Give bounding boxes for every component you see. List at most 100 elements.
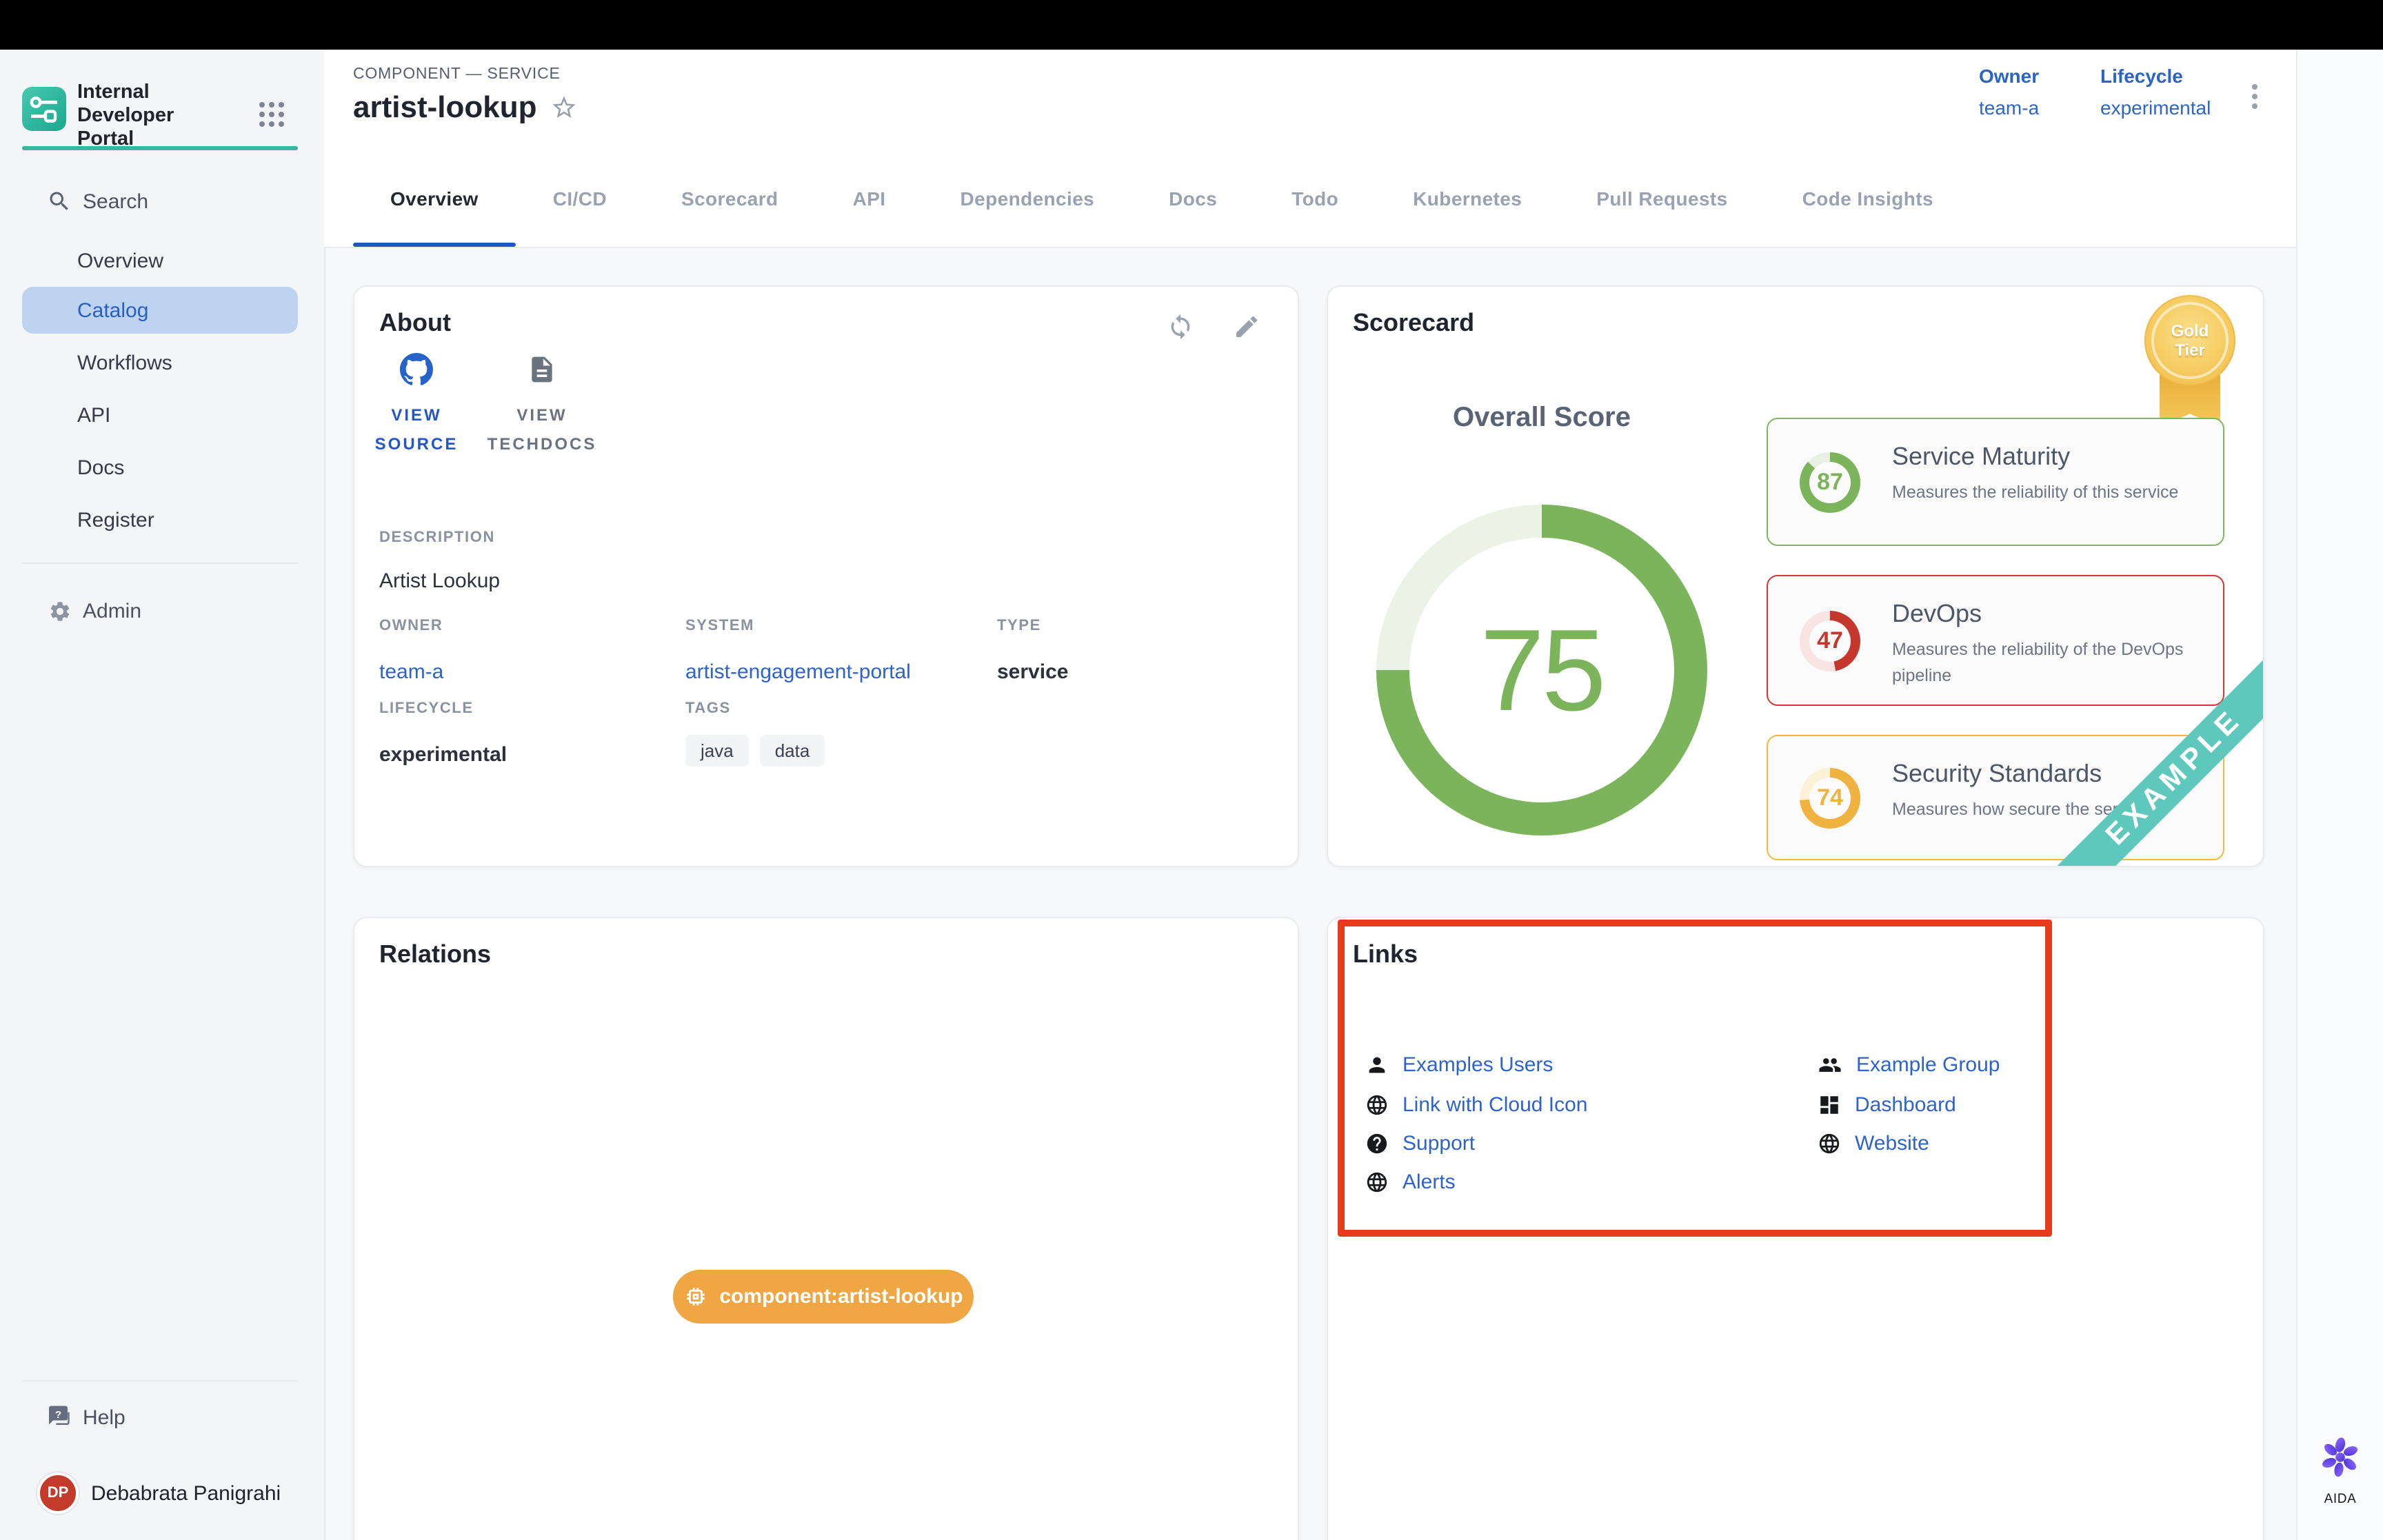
lifecycle-value: experimental (379, 743, 507, 767)
sidebar-divider (22, 563, 298, 564)
metric-description: Measures the reliability of this service (1892, 480, 2206, 506)
lifecycle-label: LIFECYCLE (379, 700, 474, 717)
type-value: service (997, 660, 1068, 684)
tab-pull-requests[interactable]: Pull Requests (1559, 150, 1764, 247)
about-card: About VIEWSOURCE VIEWTECHDOCS DESCRIPTIO… (353, 285, 1299, 867)
gear-icon (47, 598, 72, 623)
view-source-action[interactable]: VIEWSOURCE (354, 353, 479, 459)
user-name: Debabrata Panigrahi (91, 1481, 281, 1505)
about-title: About (379, 309, 451, 338)
tab-docs[interactable]: Docs (1132, 150, 1254, 247)
relations-node[interactable]: component:artist-lookup (673, 1270, 974, 1324)
tab-code-insights[interactable]: Code Insights (1765, 150, 1971, 247)
search-label: Search (83, 190, 148, 213)
tags-label: TAGS (685, 700, 731, 717)
more-menu-icon[interactable] (2252, 84, 2258, 90)
description-value: Artist Lookup (379, 569, 500, 593)
app-window: Internal Developer Portal Search Overvie… (0, 0, 2383, 1540)
link-alerts[interactable]: Alerts (1365, 1171, 1456, 1194)
sidebar-item-docs[interactable]: Docs (22, 444, 298, 491)
refresh-icon[interactable] (1167, 313, 1194, 341)
aida-label: AIDA (2297, 1492, 2383, 1507)
aida-launcher[interactable]: AIDA (2297, 1435, 2383, 1507)
links-title: Links (1353, 940, 1418, 969)
tags-list: java data (685, 735, 825, 767)
link-examples-users[interactable]: Examples Users (1365, 1053, 1553, 1077)
owner-field[interactable]: Owner team-a (1979, 65, 2039, 119)
tab-scorecard[interactable]: Scorecard (644, 150, 816, 247)
sidebar-item-workflows[interactable]: Workflows (22, 339, 298, 386)
tab-api[interactable]: API (816, 150, 923, 247)
metric-description: Measures the reliability of the DevOps p… (1892, 637, 2206, 689)
avatar: DP (37, 1472, 79, 1514)
app-title: Internal Developer Portal (77, 81, 243, 152)
assistant-rail: AIDA (2295, 50, 2383, 1540)
favorite-star-icon[interactable] (550, 94, 578, 121)
globe-icon (1365, 1093, 1389, 1117)
metric-service-maturity[interactable]: 87 Service Maturity Measures the reliabi… (1767, 418, 2224, 546)
github-icon (400, 353, 433, 386)
system-label: SYSTEM (685, 618, 754, 634)
metric-title: DevOps (1892, 600, 1982, 629)
overall-score-donut: 75 (1376, 505, 1707, 835)
type-label: TYPE (997, 618, 1041, 634)
tab-dependencies[interactable]: Dependencies (923, 150, 1132, 247)
help-circle-icon (1365, 1132, 1389, 1155)
help-chat-icon: ? (47, 1405, 72, 1430)
gold-tier-badge: Gold Tier (2144, 295, 2235, 427)
security-standards-donut: 74 (1800, 768, 1860, 829)
edit-pencil-icon[interactable] (1233, 313, 1260, 341)
sidebar-item-admin[interactable]: Admin (0, 587, 324, 634)
content: About VIEWSOURCE VIEWTECHDOCS DESCRIPTIO… (324, 248, 2295, 1540)
link-example-group[interactable]: Example Group (1818, 1053, 2000, 1077)
breadcrumb: COMPONENT — SERVICE (353, 66, 561, 83)
sidebar: Internal Developer Portal Search Overvie… (0, 50, 325, 1540)
tag-chip[interactable]: data (760, 735, 825, 767)
sidebar-search[interactable]: Search (0, 178, 324, 225)
system-link[interactable]: artist-engagement-portal (685, 660, 911, 684)
person-icon (1365, 1053, 1389, 1077)
sidebar-item-catalog[interactable]: Catalog (22, 287, 298, 334)
tag-chip[interactable]: java (685, 735, 749, 767)
metric-devops[interactable]: 47 DevOps Measures the reliability of th… (1767, 575, 2224, 706)
relations-node-label: component:artist-lookup (719, 1285, 963, 1308)
search-icon (47, 189, 72, 214)
entity-header: COMPONENT — SERVICE artist-lookup Owner … (324, 50, 2295, 151)
sidebar-item-register[interactable]: Register (22, 496, 298, 543)
group-icon (1818, 1053, 1842, 1077)
link-support[interactable]: Support (1365, 1132, 1475, 1155)
scorecard-card: Scorecard Gold Tier Overall Score 75 87 (1327, 285, 2264, 867)
owner-label: OWNER (379, 618, 443, 634)
svg-text:?: ? (55, 1409, 61, 1421)
lifecycle-field: Lifecycle experimental (2100, 65, 2211, 119)
main-area: COMPONENT — SERVICE artist-lookup Owner … (324, 50, 2295, 1540)
metric-title: Service Maturity (1892, 443, 2070, 472)
devops-donut: 47 (1800, 611, 1860, 671)
sidebar-item-overview[interactable]: Overview (22, 237, 298, 284)
relations-card: Relations component:artist-lookup (353, 917, 1299, 1540)
link-dashboard[interactable]: Dashboard (1818, 1093, 1956, 1117)
top-black-bar (0, 0, 2383, 50)
link-cloud[interactable]: Link with Cloud Icon (1365, 1093, 1588, 1117)
tab-todo[interactable]: Todo (1254, 150, 1376, 247)
overall-score-value: 75 (1480, 603, 1604, 737)
sidebar-help[interactable]: ? Help (0, 1394, 324, 1441)
tab-kubernetes[interactable]: Kubernetes (1376, 150, 1559, 247)
dashboard-icon (1818, 1093, 1841, 1117)
app-logo-icon (22, 87, 66, 131)
tab-overview[interactable]: Overview (353, 150, 516, 247)
relations-title: Relations (379, 940, 491, 969)
tab-cicd[interactable]: CI/CD (516, 150, 644, 247)
user-menu[interactable]: DP Debabrata Panigrahi (0, 1470, 324, 1517)
aida-flower-icon (2318, 1435, 2362, 1479)
apps-grid-icon[interactable] (259, 102, 265, 108)
sidebar-item-api[interactable]: API (22, 392, 298, 438)
page-title: artist-lookup (353, 90, 578, 125)
sidebar-bottom-divider (22, 1380, 298, 1381)
link-website[interactable]: Website (1818, 1132, 1929, 1155)
overall-score-label: Overall Score (1404, 403, 1680, 434)
view-techdocs-action[interactable]: VIEWTECHDOCS (480, 353, 604, 459)
links-card: Links Examples Users Link with Cloud Ico… (1327, 917, 2264, 1540)
owner-link[interactable]: team-a (379, 660, 443, 684)
brand-divider (22, 146, 298, 150)
